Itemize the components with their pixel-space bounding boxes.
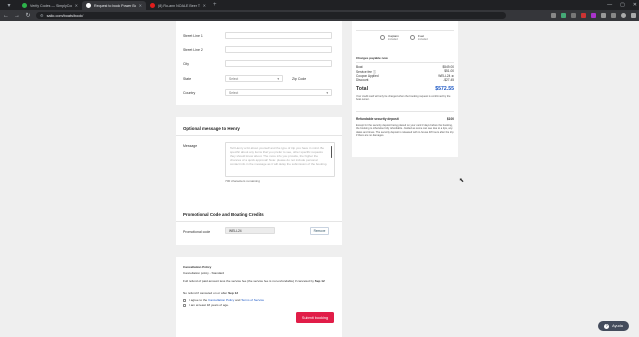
address-section: Street Line 1 Street Line 2 City State S… <box>176 21 342 105</box>
promo-section: Promotional Code and Boating Credits Pro… <box>176 205 342 245</box>
booking-summary: Captain included Fuel included Charges p… <box>352 21 458 157</box>
profile-avatar-icon[interactable] <box>621 13 626 18</box>
remove-promo-button[interactable]: Remove <box>310 227 329 235</box>
city-label: City <box>183 62 190 66</box>
browser-tab-bar: ▾ Verify Codes — SimplyCodes ✕ Request t… <box>0 0 639 10</box>
refund-policy-text: Full refund of paid amount less the serv… <box>183 279 325 283</box>
simplycodes-favicon-icon <box>22 3 27 8</box>
extensions-area <box>551 13 636 18</box>
captain-radio[interactable] <box>380 35 385 40</box>
close-window-icon[interactable]: ✕ <box>633 2 637 8</box>
message-heading: Optional message to Henry <box>183 126 240 131</box>
fuel-radio[interactable] <box>410 35 415 40</box>
city-input[interactable] <box>225 60 332 67</box>
divider <box>176 221 342 222</box>
submit-booking-button[interactable]: Submit booking <box>296 312 334 323</box>
close-tab-icon[interactable]: ✕ <box>75 3 78 8</box>
browser-toolbar: ← → ↻ ⚙ sailo.com/boats/book/ <box>0 10 639 21</box>
street-line-2-input[interactable] <box>225 46 332 53</box>
extension-icon[interactable] <box>581 13 586 18</box>
age-confirm-text: I am at least 18 years of age. <box>189 303 229 307</box>
street-line-1-label: Street Line 1 <box>183 34 203 38</box>
cancellation-policy-link[interactable]: Cancellation Policy <box>208 298 234 302</box>
message-section: Optional message to Henry Message Tell H… <box>176 117 342 207</box>
site-info-icon[interactable]: ⚙ <box>40 13 44 18</box>
extension-icon[interactable] <box>591 13 596 18</box>
characters-remaining: 700 characters remaining <box>225 179 260 183</box>
reload-icon[interactable]: ↻ <box>25 12 31 19</box>
charge-note: Your credit card will only be charged wh… <box>356 95 451 102</box>
message-textarea[interactable]: Tell Henry a bit about yourself and the … <box>225 142 335 177</box>
divider <box>356 62 454 63</box>
cancellation-section: Cancellation Policy Cancellation policy … <box>176 257 342 337</box>
tab-youtube[interactable]: (8) Ro-ann NOALE Beer TE... ✕ <box>146 1 210 10</box>
close-tab-icon[interactable]: ✕ <box>203 3 206 8</box>
chevron-down-icon: ▾ <box>326 90 328 95</box>
forward-arrow-icon[interactable]: → <box>14 13 20 19</box>
new-tab-plus-icon[interactable]: + <box>213 2 217 8</box>
extension-icon[interactable] <box>561 13 566 18</box>
window-controls: — ▢ ✕ <box>607 0 637 10</box>
textarea-scrollbar[interactable] <box>330 146 332 158</box>
address-bar[interactable]: ⚙ sailo.com/boats/book/ <box>36 12 506 19</box>
back-arrow-icon[interactable]: ← <box>3 13 9 19</box>
agree-terms-text: I agree to the Cancellation Policy and T… <box>189 298 265 302</box>
total-row: Total $572.55 <box>356 86 454 92</box>
extension-icon[interactable] <box>571 13 576 18</box>
message-label: Message <box>183 144 198 148</box>
age-confirm-checkbox[interactable] <box>183 304 186 307</box>
help-button[interactable]: ? Ayuda <box>598 321 629 331</box>
promo-code-label: Promotional code <box>183 230 211 234</box>
close-tab-icon[interactable]: ✕ <box>139 3 142 8</box>
captain-sub: included <box>388 38 398 41</box>
extension-icon[interactable] <box>601 13 606 18</box>
agree-terms-checkbox[interactable] <box>183 299 186 302</box>
minimize-icon[interactable]: — <box>607 2 612 8</box>
youtube-favicon-icon <box>150 3 155 8</box>
help-question-icon: ? <box>604 323 610 329</box>
page-content: Street Line 1 Street Line 2 City State S… <box>0 21 639 337</box>
chevron-down-icon: ▾ <box>277 76 279 81</box>
bookmark-star-icon[interactable] <box>551 13 556 18</box>
maximize-icon[interactable]: ▢ <box>620 2 625 8</box>
zip-code-label: Zip Code <box>292 77 307 81</box>
divider <box>356 30 454 31</box>
divider <box>356 111 454 112</box>
deposit-row: Refundable security deposit $100 <box>356 117 454 121</box>
terms-of-service-link[interactable]: Terms of Service <box>241 298 264 302</box>
zip-code-input[interactable] <box>314 75 332 82</box>
country-label: Country <box>183 91 196 95</box>
no-refund-text: No refund if canceled on or after Sep 12 <box>183 291 239 295</box>
state-label: State <box>183 77 192 81</box>
charges-heading: Charges payable now <box>356 56 388 60</box>
menu-kebab-icon[interactable] <box>631 13 636 18</box>
divider <box>176 135 342 136</box>
state-select[interactable]: Select ▾ <box>225 75 283 82</box>
puzzle-extensions-icon[interactable] <box>611 13 616 18</box>
fuel-sub: included <box>418 38 428 41</box>
promo-code-input[interactable]: WELL24 <box>225 227 275 234</box>
country-select[interactable]: Select ▾ <box>225 89 332 96</box>
street-line-1-input[interactable] <box>225 32 332 39</box>
street-line-2-label: Street Line 2 <box>183 48 203 52</box>
sailo-favicon-icon <box>86 3 91 8</box>
tab-verify-codes[interactable]: Verify Codes — SimplyCodes ✕ <box>18 1 82 10</box>
promo-heading: Promotional Code and Boating Credits <box>183 212 264 217</box>
cancellation-heading: Cancellation Policy <box>183 265 212 269</box>
charge-row-discount: Discount -$27.45 <box>356 78 454 82</box>
tab-search-icon[interactable]: ▾ <box>0 0 18 10</box>
deposit-note: Except for the security deposit being pl… <box>356 124 454 137</box>
mouse-cursor-icon: ⬉ <box>459 178 465 184</box>
cancellation-policy-line: Cancellation policy - Standard <box>183 271 225 275</box>
tab-request-to-book[interactable]: Request to book Power Boat Tr... ✕ <box>82 1 146 10</box>
